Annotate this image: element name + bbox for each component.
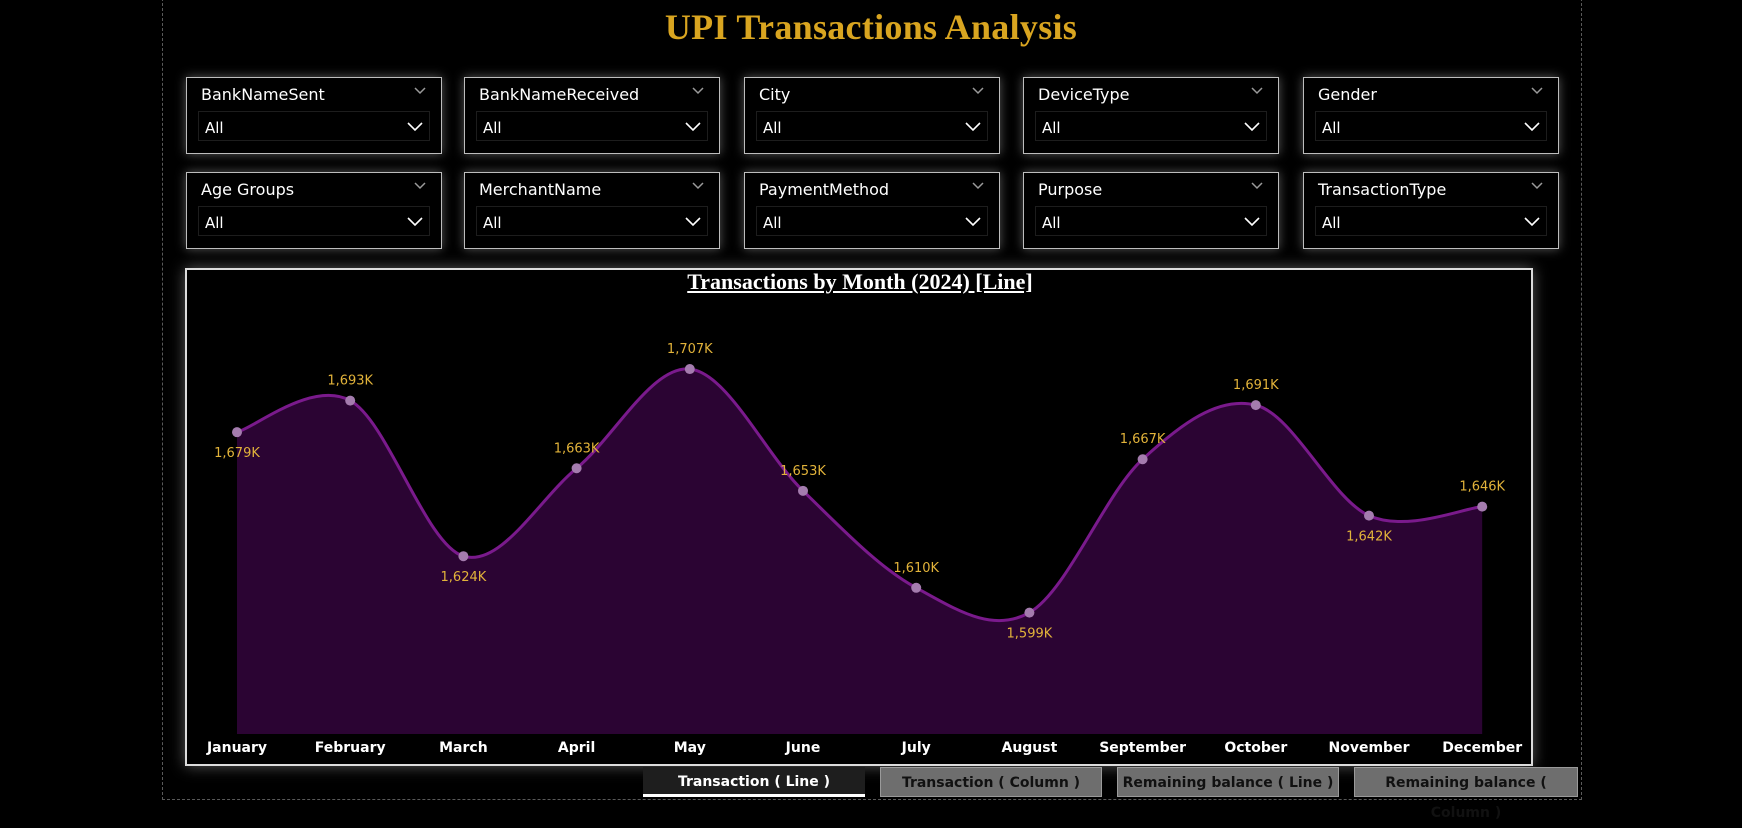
x-tick-label: October (1224, 740, 1287, 756)
data-label: 1,693K (327, 374, 373, 389)
data-point[interactable] (1477, 501, 1488, 512)
data-point[interactable] (1137, 454, 1148, 465)
tab-transaction-column[interactable]: Transaction ( Column ) (880, 767, 1102, 797)
data-point[interactable] (1250, 400, 1261, 411)
x-tick-label: September (1099, 740, 1186, 756)
x-tick-label: May (674, 740, 706, 756)
x-tick-label: June (785, 740, 821, 756)
x-tick-label: March (439, 740, 488, 756)
data-label: 1,599K (1007, 627, 1053, 642)
tab-remaining-balance-column[interactable]: Remaining balance ( Column ) (1354, 767, 1578, 821)
x-tick-label: August (1001, 740, 1057, 756)
data-label: 1,679K (214, 446, 260, 461)
data-label: 1,653K (780, 464, 826, 479)
tab-remaining-balance-line[interactable]: Remaining balance ( Line ) (1117, 767, 1339, 797)
data-label: 1,642K (1346, 530, 1392, 545)
data-label: 1,667K (1120, 432, 1166, 447)
x-tick-label: January (206, 740, 267, 756)
series-area (237, 368, 1483, 734)
data-point[interactable] (458, 551, 469, 562)
data-label: 1,624K (441, 570, 487, 585)
chart-svg: 1,679K January 1,693K February 1,624K March 1,… (206, 342, 1522, 756)
data-point[interactable] (1364, 510, 1374, 521)
data-point[interactable] (684, 364, 695, 375)
tab-transaction-line[interactable]: Transaction ( Line ) (643, 767, 865, 797)
x-tick-label: April (558, 740, 595, 756)
data-point[interactable] (798, 485, 808, 496)
x-tick-label: November (1329, 740, 1410, 756)
x-tick-label: July (901, 740, 931, 756)
data-label: 1,707K (667, 342, 713, 357)
data-label: 1,646K (1459, 480, 1505, 495)
data-point[interactable] (911, 582, 922, 593)
data-label: 1,691K (1233, 378, 1279, 393)
data-point[interactable] (571, 463, 582, 474)
data-point[interactable] (345, 395, 356, 406)
x-tick-label: December (1442, 740, 1522, 756)
data-label: 1,610K (893, 561, 939, 576)
x-tick-label: February (315, 740, 386, 756)
data-point[interactable] (1024, 607, 1035, 618)
data-label: 1,663K (554, 441, 600, 456)
data-point[interactable] (232, 427, 242, 438)
